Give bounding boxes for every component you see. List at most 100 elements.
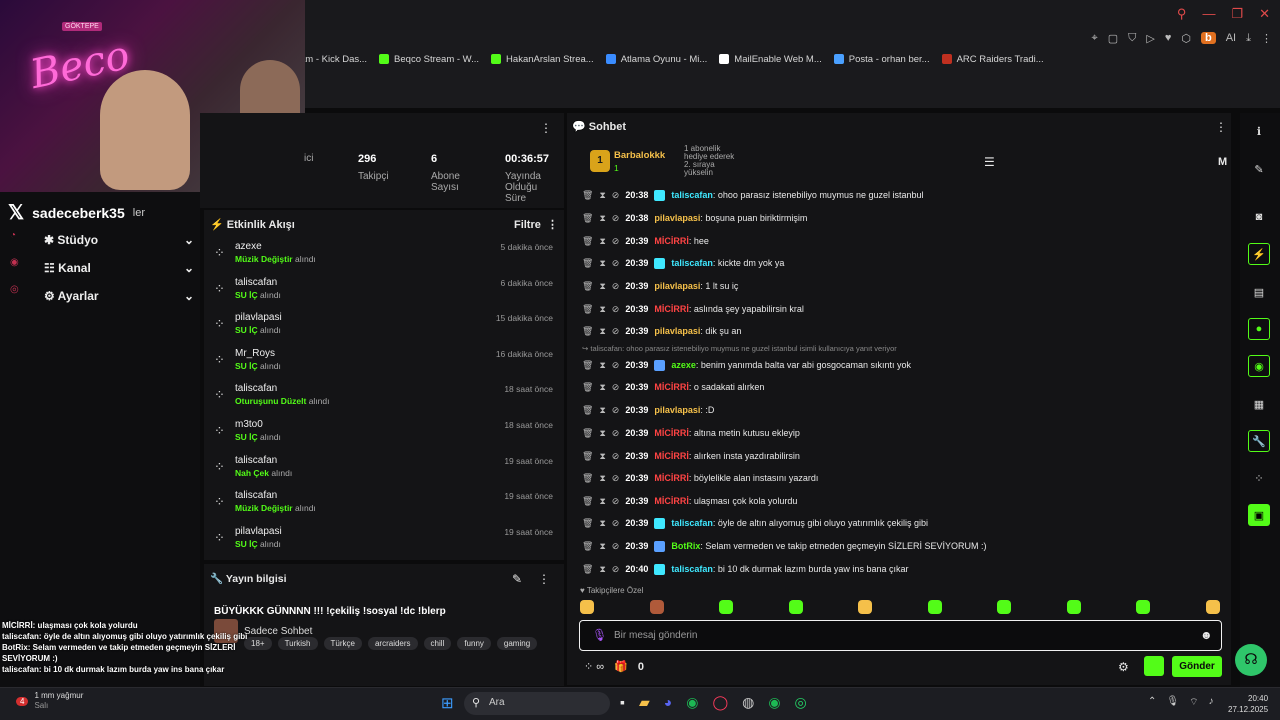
activity-item[interactable]: ⁘ azexe Müzik Değiştir alındı 5 dakika önce bbox=[204, 239, 564, 275]
chat-bubble-icon[interactable]: ● bbox=[1248, 318, 1270, 340]
timeout-icon[interactable]: ⧗ bbox=[599, 564, 605, 575]
delete-icon[interactable]: 🗑 bbox=[582, 518, 593, 529]
delete-icon[interactable]: 🗑 bbox=[582, 258, 593, 269]
more-icon[interactable]: ⋮ bbox=[538, 572, 550, 586]
pin-icon[interactable]: ⌖ bbox=[1092, 32, 1098, 45]
chat-message[interactable]: 🗑 ⧗ ⊘ 20:39 MİCİRRİ: aslında şey yapabilirsi… bbox=[582, 300, 804, 318]
timeout-icon[interactable]: ⧗ bbox=[599, 451, 605, 462]
chat-message[interactable]: 🗑 ⧗ ⊘ 20:39 MİCİRRİ: o sadakati alırken bbox=[582, 378, 764, 396]
gift-icon[interactable]: 🎁 bbox=[614, 660, 628, 673]
chat-username[interactable]: taliscafan bbox=[671, 190, 713, 200]
extension-icon[interactable]: ▣ bbox=[1248, 504, 1270, 526]
delete-icon[interactable]: 🗑 bbox=[582, 382, 593, 393]
delete-icon[interactable]: 🗑 bbox=[582, 564, 593, 575]
ban-icon[interactable]: ⊘ bbox=[612, 518, 620, 529]
ai-icon[interactable]: AI bbox=[1226, 32, 1236, 44]
chat-more-icon[interactable]: ⋮ bbox=[1215, 120, 1227, 134]
chat-username[interactable]: MİCİRRİ bbox=[654, 451, 689, 461]
info-icon[interactable]: ℹ bbox=[1248, 120, 1270, 142]
chat-message[interactable]: 🗑 ⧗ ⊘ 20:39 azexe: benim yanımda balta var a… bbox=[582, 356, 911, 374]
emote-icon[interactable] bbox=[997, 600, 1012, 614]
stream-tag[interactable]: Turkish bbox=[277, 637, 318, 650]
timeout-icon[interactable]: ⧗ bbox=[599, 236, 605, 247]
chat-username[interactable]: azexe bbox=[671, 360, 696, 370]
broadcast-icon[interactable]: ◉ bbox=[1248, 355, 1270, 377]
delete-icon[interactable]: 🗑 bbox=[582, 405, 593, 416]
timeout-icon[interactable]: ⧗ bbox=[599, 496, 605, 507]
delete-icon[interactable]: 🗑 bbox=[582, 326, 593, 337]
chat-message[interactable]: 🗑 ⧗ ⊘ 20:39 BotRix: Selam vermeden ve takip … bbox=[582, 537, 986, 555]
bookmark-item[interactable]: MailEnable Web M... bbox=[719, 54, 822, 65]
delete-icon[interactable]: 🗑 bbox=[582, 190, 593, 201]
chat-username[interactable]: pilavlapasi bbox=[654, 213, 700, 223]
search-icon[interactable]: ⚲ bbox=[1177, 6, 1187, 22]
chat-username[interactable]: taliscafan bbox=[671, 518, 713, 528]
extensions-icon[interactable]: ⬡ bbox=[1181, 32, 1191, 45]
timeout-icon[interactable]: ⧗ bbox=[599, 304, 605, 315]
delete-icon[interactable]: 🗑 bbox=[582, 428, 593, 439]
ban-icon[interactable]: ⊘ bbox=[612, 326, 620, 337]
timeout-icon[interactable]: ⧗ bbox=[599, 382, 605, 393]
emote-icon[interactable] bbox=[1136, 600, 1151, 614]
timeout-icon[interactable]: ⧗ bbox=[599, 360, 605, 371]
emote-icon[interactable] bbox=[1066, 600, 1081, 614]
bookmark-item[interactable]: am - Kick Das... bbox=[300, 54, 367, 65]
more-icon[interactable]: ⋮ bbox=[540, 121, 552, 135]
ban-icon[interactable]: ⊘ bbox=[612, 541, 620, 552]
timeout-icon[interactable]: ⧗ bbox=[599, 281, 605, 292]
ban-icon[interactable]: ⊘ bbox=[612, 564, 620, 575]
close-icon[interactable]: ✕ bbox=[1259, 6, 1270, 22]
layout-icon[interactable]: ▦ bbox=[1248, 393, 1270, 415]
send-button[interactable]: Gönder bbox=[1172, 656, 1222, 677]
pen-icon[interactable]: ✎ bbox=[1248, 158, 1270, 180]
delete-icon[interactable]: 🗑 bbox=[582, 451, 593, 462]
whatsapp-icon[interactable]: ◎ bbox=[795, 694, 807, 711]
task-view-icon[interactable]: ▪ bbox=[620, 694, 625, 711]
extension-b-icon[interactable]: b bbox=[1200, 32, 1216, 44]
chat-message[interactable]: 🗑 ⧗ ⊘ 20:38 taliscafan: ohoo parasız isteneb… bbox=[582, 186, 924, 204]
chat-username[interactable]: taliscafan bbox=[671, 258, 713, 268]
settings-icon[interactable]: ⚙ bbox=[1118, 660, 1129, 674]
emote-icon[interactable] bbox=[927, 600, 942, 614]
chat-message[interactable]: 🗑 ⧗ ⊘ 20:39 pilavlapasi: :D bbox=[582, 401, 714, 419]
emoji-icon[interactable]: ☻ bbox=[1200, 628, 1213, 642]
ban-icon[interactable]: ⊘ bbox=[612, 213, 620, 224]
timeout-icon[interactable]: ⧗ bbox=[599, 190, 605, 201]
edit-icon[interactable]: ✎ bbox=[512, 572, 522, 586]
emote-icon[interactable] bbox=[858, 600, 873, 614]
activity-item[interactable]: ⁘ pilavlapasi SU İÇ alındı 19 saat önce bbox=[204, 524, 564, 560]
pinned-user[interactable]: Barbalokkk bbox=[614, 150, 665, 161]
weather-widget[interactable]: 4 1 mm yağmur Salı bbox=[16, 691, 83, 711]
folder-icon[interactable]: ▰ bbox=[639, 694, 650, 711]
ban-icon[interactable]: ⊘ bbox=[612, 281, 620, 292]
chat-username[interactable]: MİCİRRİ bbox=[654, 496, 689, 506]
activity-item[interactable]: ⁘ pilavlapasi SU İÇ alındı 15 dakika önce bbox=[204, 310, 564, 346]
sidebar-item-channel[interactable]: ☷ Kanal ⌄ bbox=[44, 261, 194, 275]
timeout-icon[interactable]: ⧗ bbox=[599, 258, 605, 269]
chat-username[interactable]: MİCİRRİ bbox=[654, 304, 689, 314]
menu-icon[interactable]: ⋮ bbox=[1261, 32, 1272, 45]
activity-item[interactable]: ⁘ taliscafan Oturuşunu Düzelt alındı 18 saa… bbox=[204, 381, 564, 417]
timeout-icon[interactable]: ⧗ bbox=[599, 541, 605, 552]
discord-icon[interactable]: ◕ bbox=[664, 694, 672, 711]
chat-message[interactable]: 🗑 ⧗ ⊘ 20:39 pilavlapasi: 1 lt su iç bbox=[582, 277, 738, 295]
sidebar-item-studio[interactable]: ✱ Stüdyo ⌄ bbox=[44, 233, 194, 247]
delete-icon[interactable]: 🗑 bbox=[582, 541, 593, 552]
shield-icon[interactable]: ⛉ bbox=[1128, 32, 1136, 45]
bolt-icon[interactable]: ⚡ bbox=[1248, 243, 1270, 265]
ban-icon[interactable]: ⊘ bbox=[612, 405, 620, 416]
stream-tag[interactable]: Türkçe bbox=[323, 637, 362, 650]
document-icon[interactable]: ▤ bbox=[1248, 281, 1270, 303]
delete-icon[interactable]: 🗑 bbox=[582, 360, 593, 371]
taskbar-search[interactable]: Ara bbox=[464, 692, 610, 715]
chat-message[interactable]: 🗑 ⧗ ⊘ 20:39 taliscafan: öyle de altın alıyom… bbox=[582, 514, 928, 532]
mic-icon[interactable]: 🎙 bbox=[1166, 696, 1179, 709]
chat-username[interactable]: MİCİRRİ bbox=[654, 473, 689, 483]
timeout-icon[interactable]: ⧗ bbox=[599, 405, 605, 416]
timeout-icon[interactable]: ⧗ bbox=[599, 518, 605, 529]
timeout-icon[interactable]: ⧗ bbox=[599, 213, 605, 224]
ban-icon[interactable]: ⊘ bbox=[612, 473, 620, 484]
obs-icon[interactable]: ◍ bbox=[742, 694, 754, 711]
windows-start-icon[interactable]: ⊞ bbox=[441, 694, 454, 712]
ban-icon[interactable]: ⊘ bbox=[612, 496, 620, 507]
